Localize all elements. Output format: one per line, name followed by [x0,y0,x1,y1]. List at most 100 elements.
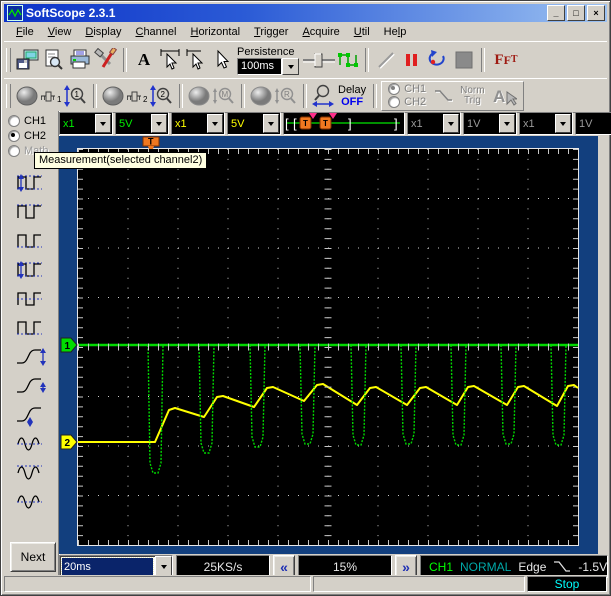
measure-rise-time-button[interactable] [12,343,48,371]
band-separator [373,84,377,108]
persistence-dropdown-arrow[interactable] [282,58,299,75]
fft-letter: F [504,54,511,66]
menu-view[interactable]: View [41,24,79,40]
norm-trig-label[interactable]: Norm Trig [460,86,484,106]
cursor-pair-button[interactable] [157,47,183,73]
ch2-scale-select-arrow[interactable] [263,114,279,133]
horizontal-position-indicator[interactable]: [ [ ] ] T T [283,112,405,135]
setup-tools-button[interactable] [93,47,119,73]
ref-position-knob[interactable] [249,84,273,108]
ref-probe-select-arrow[interactable] [555,114,571,133]
horizontal-zoom-button[interactable] [311,83,335,109]
menu-trigger[interactable]: Trigger [247,24,295,40]
text-annotation-button[interactable]: A [131,47,157,73]
delay-label: Delay [338,84,366,96]
persistence-slider[interactable] [301,47,335,73]
ref-zoom-button[interactable]: R [273,84,299,108]
ch2-probe-select[interactable]: x1 [171,112,225,135]
measurement-buttons [12,169,48,516]
measurement-sidebar: CH1 CH2 Math Next [4,111,59,576]
channel-radio-ch2[interactable]: CH2 [8,130,48,142]
ch1-scale-select[interactable]: 5V [115,112,169,135]
trigger-marker-icon[interactable]: A [491,84,517,108]
next-button[interactable]: Next [10,542,56,572]
measure-peak-to-peak-button[interactable] [12,256,48,284]
toolbar-separator [123,48,127,72]
trigger-source-ch1-radio[interactable]: CH1 [388,83,426,95]
math-position-knob[interactable] [187,84,211,108]
auto-repeat-button[interactable] [425,47,451,73]
line-tool-button[interactable] [373,47,399,73]
measure-max-button[interactable] [12,459,48,487]
scope-canvas: 12T [59,136,598,554]
ch1-vertical-zoom-button[interactable]: 1 [63,84,89,108]
print-button[interactable] [67,47,93,73]
menu-file[interactable]: File [9,24,41,40]
cursor-single-button[interactable] [183,47,209,73]
ch1-probe-select-arrow[interactable] [95,114,111,133]
math-scale-select[interactable]: 1V [463,112,517,135]
ch1-scale-select-value: 5V [116,113,150,134]
persistence-value[interactable]: 100ms [237,58,282,75]
ch2-position-knob[interactable] [101,84,125,108]
ch1-position-knob[interactable] [15,84,39,108]
pointer-button[interactable] [209,47,235,73]
measure-fall-time-button[interactable] [12,372,48,400]
norm-label: Norm [460,86,484,96]
menu-help[interactable]: Help [377,24,414,40]
channel-settings-row: x15Vx15V [ [ ] ] T T x11Vx11V [59,111,607,136]
ch2-probe-select-arrow[interactable] [207,114,223,133]
math-probe-select[interactable]: x1 [407,112,461,135]
scope-display[interactable]: 12T [59,136,598,554]
ref-probe-select[interactable]: x1 [519,112,573,135]
measure-rms-button[interactable] [12,488,48,516]
measure-mean-button[interactable] [12,285,48,313]
toolbar-grip-2[interactable] [6,84,11,108]
maximize-button[interactable]: □ [567,5,585,21]
close-button[interactable]: × [587,5,605,21]
persistence-label: Persistence [237,46,294,58]
ch2-scale-select[interactable]: 5V [227,112,281,135]
export-button[interactable] [15,47,41,73]
measure-base-button[interactable] [12,227,48,255]
ch1-offset-slider-icon[interactable]: 1 [39,85,63,107]
radio-icon [8,145,20,157]
timebase-dropdown-arrow[interactable] [155,556,172,577]
menu-display[interactable]: Display [78,24,128,40]
menu-channel[interactable]: Channel [128,24,183,40]
math-probe-select-arrow[interactable] [443,114,459,133]
measure-amplitude-button[interactable] [12,169,48,197]
menu-horizontal[interactable]: Horizontal [183,24,247,40]
stop-acquisition-indicator[interactable] [451,47,477,73]
pause-button[interactable] [399,47,425,73]
ch2-vertical-zoom-button[interactable]: 2 [149,84,175,108]
trigger-quick-panel: CH1 CH2 Norm Trig A [381,81,523,111]
fft-button[interactable]: FFT [489,47,523,73]
ref-scale-select[interactable]: 1V [575,112,611,135]
menu-acquire[interactable]: Acquire [295,24,346,40]
radio-icon [8,115,20,127]
math-scale-select-arrow[interactable] [499,114,515,133]
measure-top-button[interactable] [12,198,48,226]
delay-control[interactable]: Delay OFF [338,84,366,108]
trigger-level-value: -1.5V [578,560,607,574]
ch1-scale-select-arrow[interactable] [151,114,167,133]
trigger-source-ch2-radio[interactable]: CH2 [388,96,426,108]
separator [93,84,97,108]
measure-min-button[interactable] [12,314,48,342]
trigger-slope-icon[interactable] [432,87,454,105]
minimize-button[interactable]: _ [547,5,565,21]
channel-radio-ch1[interactable]: CH1 [8,115,48,127]
ch1-radio-label: CH1 [24,115,46,127]
measure-frequency-button[interactable] [12,430,48,458]
toolbar-grip[interactable] [6,48,11,72]
ch2-offset-slider-icon[interactable]: 2 [125,85,149,107]
menu-util[interactable]: Util [347,24,377,40]
math-zoom-button[interactable]: M [211,84,237,108]
ref-probe-select-value: x1 [520,113,554,134]
ch1-probe-select[interactable]: x1 [59,112,113,135]
print-preview-button[interactable] [41,47,67,73]
cursor-markers-button[interactable] [335,47,361,73]
measure-overshoot-button[interactable] [12,401,48,429]
ch2-radio-label: CH2 [24,130,46,142]
